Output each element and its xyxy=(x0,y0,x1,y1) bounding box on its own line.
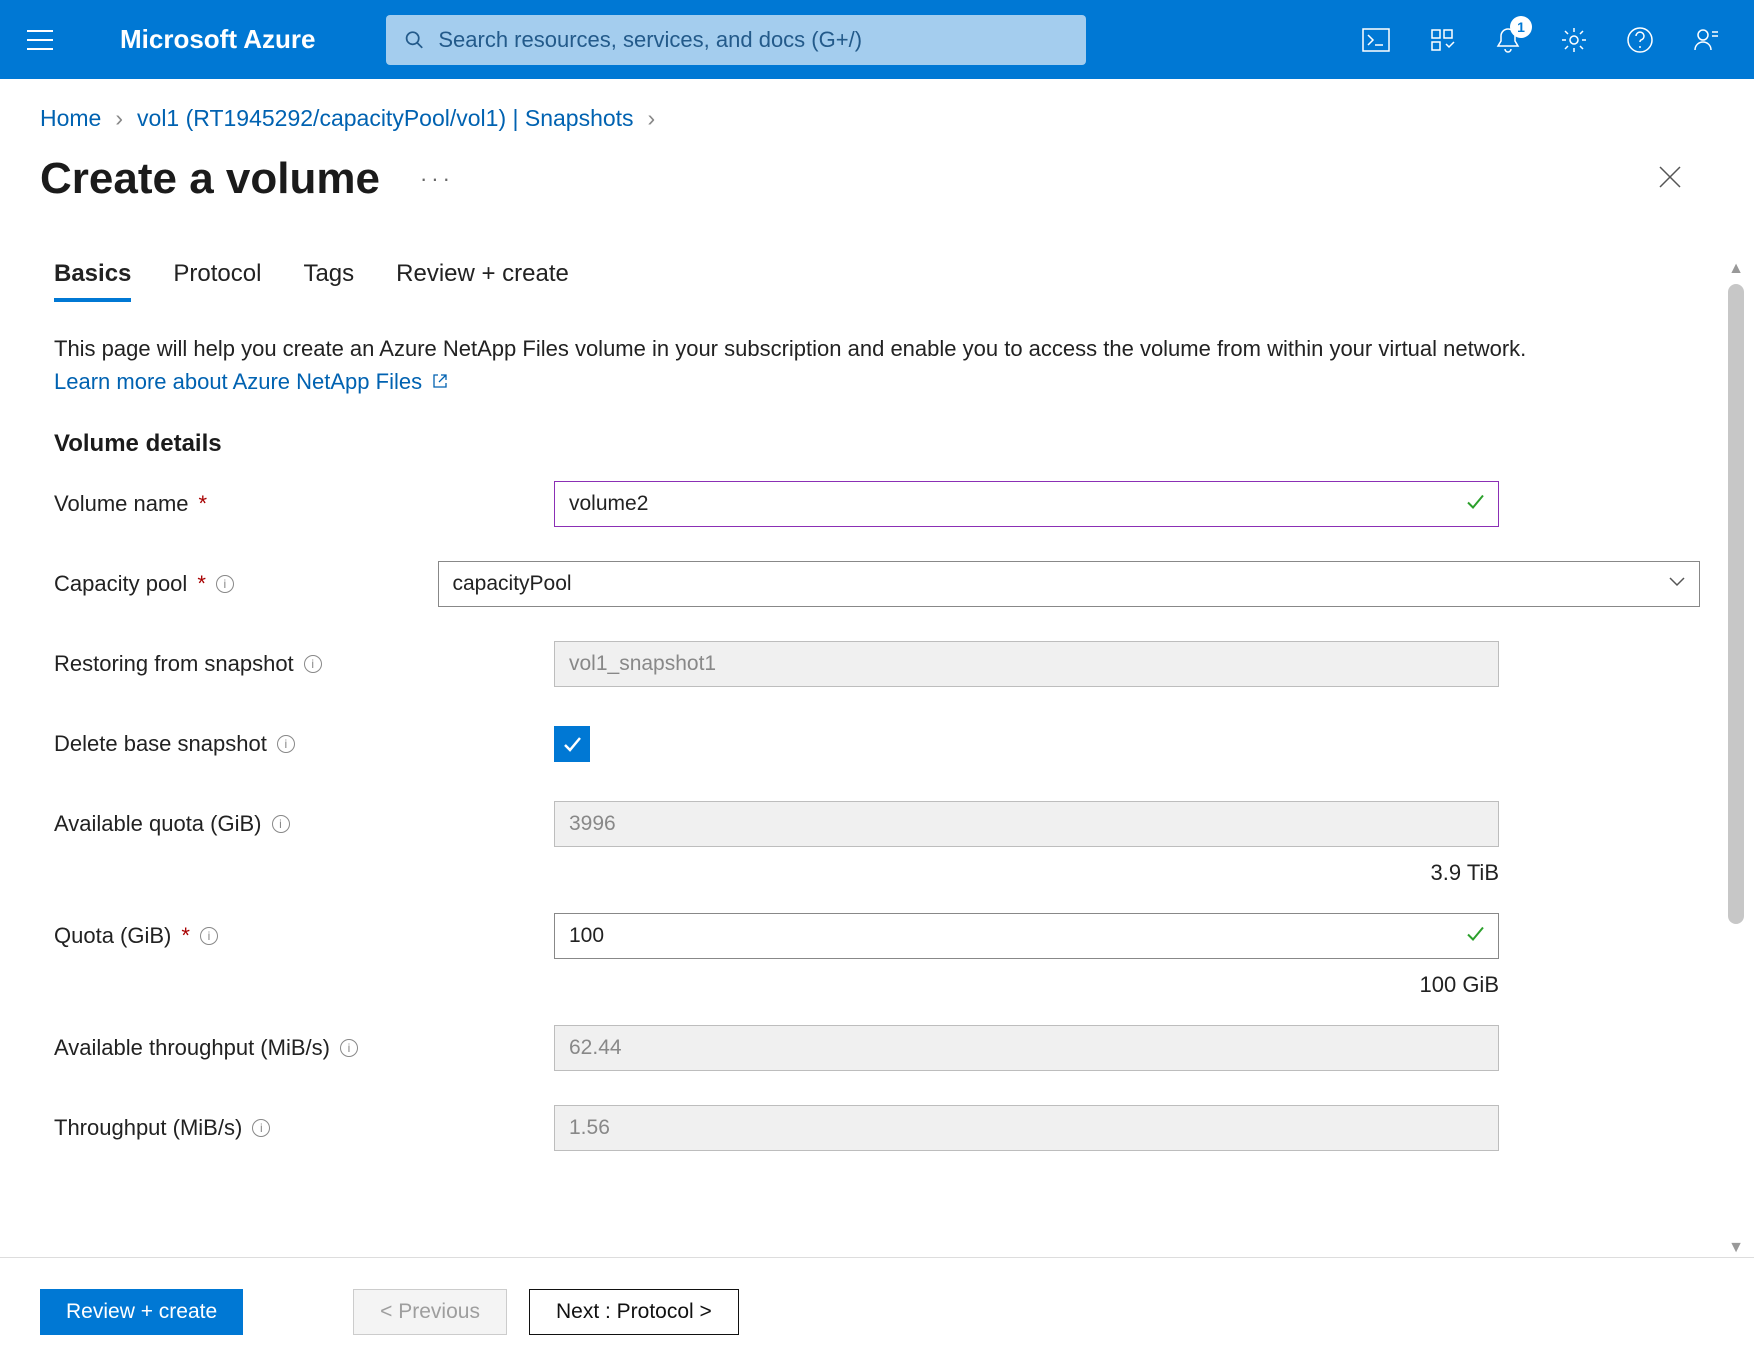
info-icon[interactable]: i xyxy=(252,1119,270,1137)
breadcrumb: Home › vol1 (RT1945292/capacityPool/vol1… xyxy=(40,105,1714,132)
capacity-pool-select[interactable] xyxy=(438,561,1701,607)
chevron-right-icon: › xyxy=(648,105,656,132)
tab-basics[interactable]: Basics xyxy=(54,260,131,302)
external-link-icon xyxy=(432,365,448,398)
scroll-thumb[interactable] xyxy=(1728,284,1744,924)
throughput-input xyxy=(554,1105,1499,1151)
form-tabs: Basics Protocol Tags Review + create xyxy=(54,260,1700,302)
notifications-icon[interactable]: 1 xyxy=(1490,22,1526,58)
scroll-up-icon[interactable]: ▲ xyxy=(1728,260,1744,278)
learn-more-link[interactable]: Learn more about Azure NetApp Files xyxy=(54,369,448,394)
settings-gear-icon[interactable] xyxy=(1556,22,1592,58)
chevron-right-icon: › xyxy=(115,105,123,132)
help-icon[interactable] xyxy=(1622,22,1658,58)
page-description: This page will help you create an Azure … xyxy=(54,332,1534,398)
breadcrumb-path[interactable]: vol1 (RT1945292/capacityPool/vol1) | Sna… xyxy=(137,105,634,132)
breadcrumb-home[interactable]: Home xyxy=(40,105,101,132)
notification-badge: 1 xyxy=(1510,16,1532,38)
next-protocol-button[interactable]: Next : Protocol > xyxy=(529,1289,739,1335)
label-available-throughput: Available throughput (MiB/s) i xyxy=(54,1035,554,1061)
section-volume-details: Volume details xyxy=(54,430,1700,458)
feedback-icon[interactable] xyxy=(1688,22,1724,58)
directory-filter-icon[interactable] xyxy=(1424,22,1460,58)
top-bar: Microsoft Azure 1 xyxy=(0,0,1754,79)
restoring-from-snapshot-input xyxy=(554,641,1499,687)
search-icon xyxy=(404,29,425,51)
quota-input[interactable] xyxy=(554,913,1499,959)
info-icon[interactable]: i xyxy=(304,655,322,673)
info-icon[interactable]: i xyxy=(277,735,295,753)
info-icon[interactable]: i xyxy=(216,575,234,593)
brand-title: Microsoft Azure xyxy=(120,24,316,55)
hamburger-menu-icon[interactable] xyxy=(20,20,60,60)
tab-protocol[interactable]: Protocol xyxy=(173,260,261,302)
content-scroll-area: Basics Protocol Tags Review + create Thi… xyxy=(0,260,1754,1257)
available-quota-hint: 3.9 TiB xyxy=(54,860,1499,886)
review-create-button[interactable]: Review + create xyxy=(40,1289,243,1335)
available-throughput-input xyxy=(554,1025,1499,1071)
delete-base-snapshot-checkbox[interactable] xyxy=(554,726,590,762)
info-icon[interactable]: i xyxy=(340,1039,358,1057)
info-icon[interactable]: i xyxy=(272,815,290,833)
scroll-down-icon[interactable]: ▼ xyxy=(1728,1239,1744,1257)
more-actions-icon[interactable]: ··· xyxy=(420,166,454,192)
label-throughput: Throughput (MiB/s) i xyxy=(54,1115,554,1141)
global-search[interactable] xyxy=(386,15,1086,65)
footer-bar: Review + create < Previous Next : Protoc… xyxy=(0,1257,1754,1365)
close-icon[interactable] xyxy=(1656,163,1684,196)
topbar-icons: 1 xyxy=(1358,22,1734,58)
previous-button: < Previous xyxy=(353,1289,507,1335)
label-volume-name: Volume name* xyxy=(54,491,554,517)
label-capacity-pool: Capacity pool* i xyxy=(54,571,438,597)
cloud-shell-icon[interactable] xyxy=(1358,22,1394,58)
available-quota-input xyxy=(554,801,1499,847)
tab-review-create[interactable]: Review + create xyxy=(396,260,569,302)
page-title: Create a volume xyxy=(40,154,380,204)
info-icon[interactable]: i xyxy=(200,927,218,945)
volume-name-input[interactable] xyxy=(554,481,1499,527)
scrollbar[interactable]: ▲ ▼ xyxy=(1724,260,1748,1257)
quota-hint: 100 GiB xyxy=(54,972,1499,998)
label-quota: Quota (GiB)* i xyxy=(54,923,554,949)
label-restoring-from-snapshot: Restoring from snapshot i xyxy=(54,651,554,677)
description-text: This page will help you create an Azure … xyxy=(54,336,1526,361)
label-delete-base-snapshot: Delete base snapshot i xyxy=(54,731,554,757)
search-input[interactable] xyxy=(438,27,1067,53)
tab-tags[interactable]: Tags xyxy=(303,260,354,302)
label-available-quota: Available quota (GiB) i xyxy=(54,811,554,837)
check-icon xyxy=(561,733,583,755)
